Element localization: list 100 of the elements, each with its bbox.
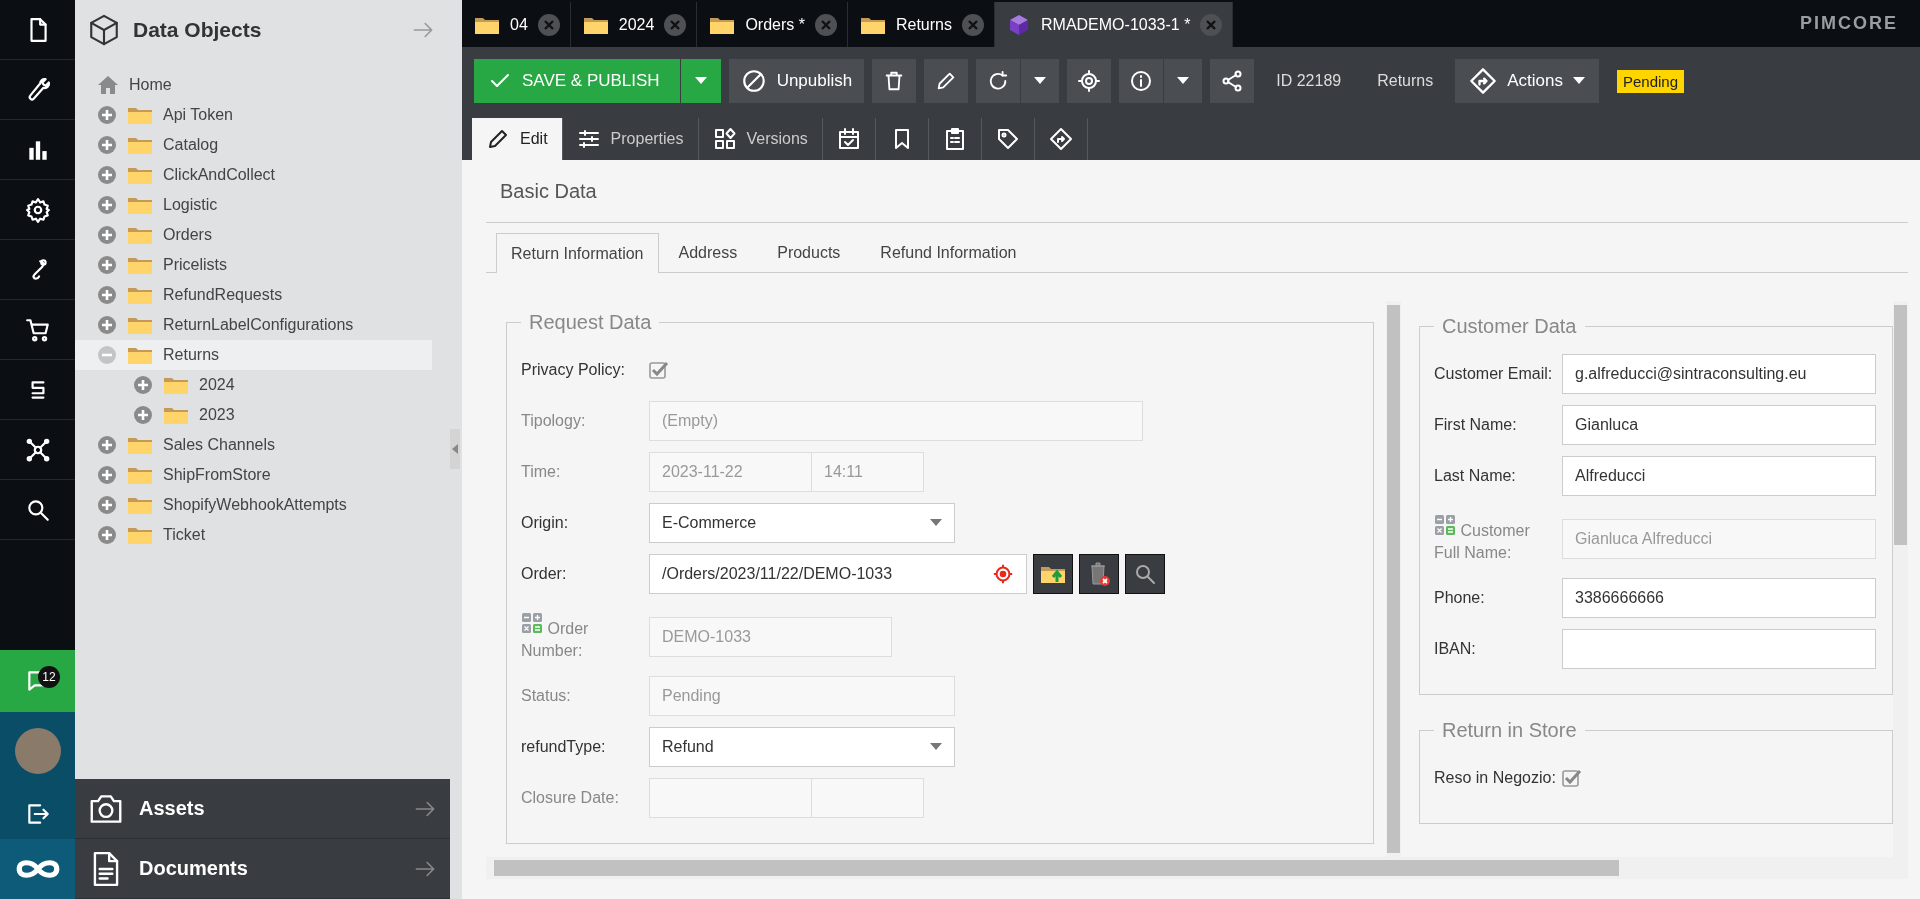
- close-icon[interactable]: [537, 13, 560, 36]
- select-field[interactable]: Refund: [649, 727, 955, 767]
- tree-item[interactable]: Orders: [75, 220, 432, 250]
- checkbox[interactable]: [649, 360, 669, 380]
- time-field[interactable]: [812, 778, 924, 818]
- input-field[interactable]: [1562, 629, 1876, 669]
- expand-icon[interactable]: [97, 285, 117, 305]
- expand-icon[interactable]: [97, 465, 117, 485]
- info-icon: [1129, 69, 1154, 93]
- expand-icon[interactable]: [97, 105, 117, 125]
- expand-icon[interactable]: [97, 165, 117, 185]
- accordion-header[interactable]: Documents: [75, 839, 450, 899]
- tree-item[interactable]: RefundRequests: [75, 280, 432, 310]
- expand-icon[interactable]: [97, 195, 117, 215]
- caret-icon: [1177, 77, 1190, 85]
- tree-item[interactable]: Api Token: [75, 100, 432, 130]
- folder-icon: [127, 525, 153, 545]
- reload-button[interactable]: [976, 59, 1021, 103]
- close-icon[interactable]: [664, 13, 687, 36]
- share-button[interactable]: [1210, 59, 1255, 103]
- close-icon[interactable]: [1200, 13, 1223, 36]
- accordion-header[interactable]: Assets: [75, 779, 450, 839]
- rename-button[interactable]: [924, 59, 969, 103]
- home-icon: [97, 75, 119, 95]
- actions-button[interactable]: Actions: [1455, 59, 1599, 103]
- expand-icon[interactable]: [133, 405, 153, 425]
- delete-button[interactable]: [1079, 554, 1119, 594]
- expand-icon[interactable]: [97, 525, 117, 545]
- form-tab[interactable]: Return Information: [496, 233, 659, 273]
- expand-icon[interactable]: [97, 135, 117, 155]
- input-field[interactable]: Gianluca: [1562, 405, 1876, 445]
- folder-icon: [127, 345, 153, 365]
- close-icon[interactable]: [814, 13, 837, 36]
- expand-icon[interactable]: [97, 255, 117, 275]
- diamond-arrow-icon: [1469, 67, 1498, 95]
- form-tab[interactable]: Address: [658, 233, 758, 272]
- field-label: First Name:: [1434, 416, 1518, 434]
- tree-item[interactable]: Ticket: [75, 520, 432, 550]
- delete-button[interactable]: [872, 59, 917, 103]
- folder-icon: [127, 255, 153, 275]
- unpublish-button[interactable]: Unpublish: [728, 59, 865, 103]
- tree-item[interactable]: 2024: [75, 370, 432, 400]
- status-badge: Pending: [1616, 69, 1685, 93]
- info-button[interactable]: [1119, 59, 1164, 103]
- tree-item[interactable]: Sales Channels: [75, 430, 432, 460]
- locate-button[interactable]: [1067, 59, 1112, 103]
- tree-item[interactable]: ReturnLabelConfigurations: [75, 310, 432, 340]
- collapse-icon[interactable]: [97, 345, 117, 365]
- field-label: Customer Email:: [1434, 365, 1554, 383]
- field-label: refundType:: [521, 738, 607, 756]
- target-icon[interactable]: [992, 563, 1014, 585]
- input-field[interactable]: Alfreducci: [1562, 456, 1876, 496]
- expand-icon[interactable]: [97, 435, 117, 455]
- tree-item[interactable]: ClickAndCollect: [75, 160, 432, 190]
- search-button[interactable]: [1125, 554, 1165, 594]
- section-title: Request Data: [528, 311, 653, 334]
- reload-options-button[interactable]: [1021, 59, 1060, 103]
- relation-field[interactable]: /Orders/2023/11/22/DEMO-1033: [649, 554, 1027, 594]
- subtab[interactable]: Edit: [472, 118, 563, 160]
- expand-icon[interactable]: [97, 495, 117, 515]
- field-label: Time:: [521, 463, 562, 481]
- collapse-handle[interactable]: [450, 428, 460, 469]
- scrollbar[interactable]: [1386, 301, 1401, 857]
- expand-icon[interactable]: [97, 315, 117, 335]
- folder-icon: [127, 495, 153, 515]
- field-label: Phone:: [1434, 589, 1486, 607]
- editor-tab[interactable]: RMADEMO-1033-1 *: [995, 2, 1234, 47]
- expand-icon[interactable]: [133, 375, 153, 395]
- tree-item[interactable]: 2023: [75, 400, 432, 430]
- tree-item[interactable]: Catalog: [75, 130, 432, 160]
- close-icon[interactable]: [962, 13, 984, 36]
- checkbox[interactable]: [1562, 768, 1582, 788]
- folder-icon: [127, 105, 153, 125]
- info-options-button[interactable]: [1164, 59, 1203, 103]
- form-tab[interactable]: Refund Information: [860, 233, 1037, 272]
- folder-icon: [127, 135, 153, 155]
- scrollbar[interactable]: [486, 857, 1908, 879]
- tree-item[interactable]: Returns: [75, 340, 432, 370]
- tree-item[interactable]: Logistic: [75, 190, 432, 220]
- tree-item[interactable]: ShopifyWebhookAttempts: [75, 490, 432, 520]
- notifications-button[interactable]: 12: [0, 650, 75, 712]
- caret-icon: [1572, 77, 1585, 85]
- input-field[interactable]: 3386666666: [1562, 578, 1876, 618]
- save-options-button[interactable]: [680, 59, 721, 103]
- form-tab[interactable]: Products: [757, 233, 861, 272]
- cube-icon: [1007, 12, 1031, 37]
- field-label: Closure Date:: [521, 789, 620, 807]
- tree-item[interactable]: Home: [75, 70, 432, 100]
- input-field[interactable]: g.alfreducci@sintraconsulting.eu: [1562, 354, 1876, 394]
- scrollbar[interactable]: [1893, 301, 1908, 857]
- folder-icon: [127, 225, 153, 245]
- tree-item[interactable]: Pricelists: [75, 250, 432, 280]
- tree-item[interactable]: ShipFromStore: [75, 460, 432, 490]
- upload-folder-button[interactable]: [1033, 554, 1073, 594]
- subtab[interactable]: Versions: [698, 118, 823, 160]
- select-field[interactable]: E-Commerce: [649, 503, 955, 543]
- expand-icon[interactable]: [97, 225, 117, 245]
- subtab[interactable]: Properties: [562, 118, 699, 160]
- folder-icon: [127, 195, 153, 215]
- caret-icon: [694, 77, 707, 85]
